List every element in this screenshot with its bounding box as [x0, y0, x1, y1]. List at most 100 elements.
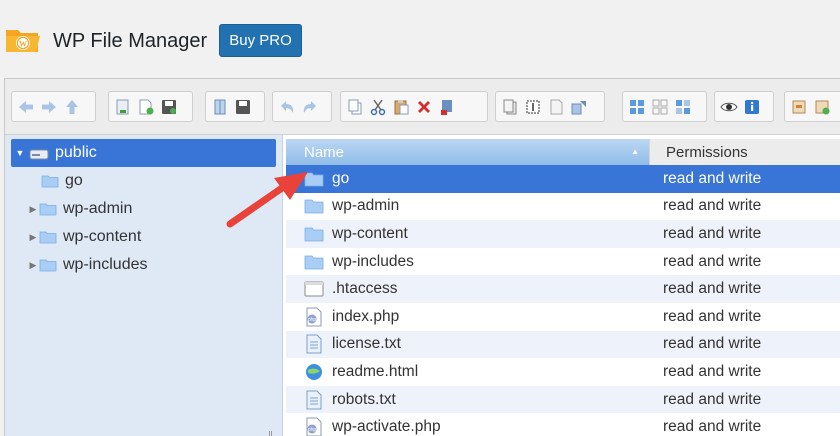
toolbar-nav-group	[11, 91, 96, 122]
delete-icon	[417, 100, 430, 113]
column-header-name[interactable]: Name ▲	[286, 139, 649, 165]
save-icon	[161, 99, 176, 114]
file-name: .htaccess	[332, 280, 398, 298]
info-button[interactable]	[740, 94, 763, 119]
file-name-cell: go	[286, 169, 663, 189]
copy-button[interactable]	[343, 94, 366, 119]
view-grid-button[interactable]	[671, 94, 694, 119]
tree-item-wp-includes[interactable]: ▶ wp-includes	[27, 253, 148, 277]
folder-icon	[304, 196, 324, 216]
download-button[interactable]	[111, 94, 134, 119]
save-disk-icon	[235, 99, 250, 114]
folder-tree: ▼ public go ▶ wp-admin ▶ wp-content ▶ wp-inclu…	[5, 135, 283, 436]
folder-icon	[39, 231, 57, 244]
view-list-button[interactable]	[648, 94, 671, 119]
panel-resize-handle[interactable]	[269, 431, 272, 436]
view-grid-icon	[675, 99, 690, 114]
app-header: W WP File Manager Buy PRO	[0, 0, 840, 78]
folder-icon	[304, 224, 324, 244]
cut-icon	[370, 99, 385, 115]
sort-ascending-icon: ▲	[631, 147, 639, 156]
archive-icon	[792, 100, 805, 113]
file-row-readme-html[interactable]: readme.html read and write	[286, 358, 840, 386]
toolbar	[5, 79, 840, 135]
svg-text:W: W	[19, 40, 27, 49]
folder-icon	[304, 252, 324, 272]
extract-button[interactable]	[567, 94, 590, 119]
tree-item-wp-admin[interactable]: ▶ wp-admin	[27, 197, 133, 221]
duplicate-button[interactable]	[498, 94, 521, 119]
save-disk-button[interactable]	[231, 94, 254, 119]
forward-button[interactable]	[37, 94, 60, 119]
file-name: go	[332, 169, 350, 187]
redo-button[interactable]	[298, 94, 321, 119]
file-name: wp-activate.php	[332, 418, 441, 436]
rename-icon	[550, 99, 562, 114]
file-row-wp-includes[interactable]: wp-includes read and write	[286, 248, 840, 276]
file-row-license-txt[interactable]: license.txt read and write	[286, 330, 840, 359]
select-button[interactable]	[521, 94, 544, 119]
tree-root-public[interactable]: ▼ public	[11, 139, 276, 167]
column-header-permissions[interactable]: Permissions	[649, 139, 840, 165]
svg-text:php: php	[308, 427, 317, 433]
empty-button[interactable]	[435, 94, 458, 119]
file-permissions: read and write	[663, 307, 762, 325]
file-permissions: read and write	[663, 280, 762, 298]
up-icon	[65, 99, 78, 114]
file-name: robots.txt	[332, 390, 396, 408]
html-file-icon	[304, 362, 324, 382]
file-row-go[interactable]: go read and write	[286, 165, 840, 193]
file-row-robots-txt[interactable]: robots.txt read and write	[286, 385, 840, 414]
empty-icon	[440, 99, 452, 115]
undo-button[interactable]	[275, 94, 298, 119]
delete-button[interactable]	[412, 94, 435, 119]
tree-item-go[interactable]: go	[41, 169, 83, 193]
file-row-wp-activate-php[interactable]: php wp-activate.php read and write	[286, 413, 840, 436]
folder-icon	[41, 175, 59, 188]
file-list: Name ▲ Permissions go read and write wp-ad…	[286, 135, 840, 436]
collapsed-arrow-icon: ▶	[29, 231, 37, 242]
tree-item-label: wp-includes	[63, 256, 148, 273]
preview-button[interactable]	[717, 94, 740, 119]
tree-item-label: wp-content	[63, 228, 142, 245]
redo-icon	[303, 100, 316, 113]
page-title: WP File Manager	[53, 30, 208, 52]
file-row-index-php[interactable]: php index.php read and write	[286, 303, 840, 331]
cut-button[interactable]	[366, 94, 389, 119]
buy-pro-button[interactable]: Buy PRO	[219, 24, 302, 57]
undo-icon	[280, 100, 293, 113]
toolbar-history-group	[272, 91, 332, 122]
file-row-wp-admin[interactable]: wp-admin read and write	[286, 193, 840, 221]
file-name-cell: license.txt	[286, 334, 663, 354]
back-button[interactable]	[14, 94, 37, 119]
text-file-icon	[304, 390, 324, 410]
paste-button[interactable]	[389, 94, 412, 119]
file-permissions: read and write	[663, 335, 762, 353]
php-file-icon: php	[304, 417, 324, 436]
archive-button[interactable]	[787, 94, 810, 119]
file-row-wp-content[interactable]: wp-content read and write	[286, 220, 840, 248]
info-icon	[744, 99, 759, 114]
toolbar-view-group	[622, 91, 707, 122]
extract-archive-button[interactable]	[810, 94, 833, 119]
file-permissions: read and write	[663, 197, 762, 215]
rename-button[interactable]	[544, 94, 567, 119]
new-file-button[interactable]	[134, 94, 157, 119]
download-icon	[116, 99, 128, 114]
file-name: wp-content	[332, 224, 408, 242]
tree-item-wp-content[interactable]: ▶ wp-content	[27, 225, 142, 249]
file-name: wp-includes	[332, 252, 414, 270]
file-row-htaccess[interactable]: .htaccess read and write	[286, 275, 840, 303]
file-name-cell: readme.html	[286, 362, 663, 382]
up-button[interactable]	[60, 94, 83, 119]
file-name-cell: php index.php	[286, 307, 663, 327]
file-name-cell: php wp-activate.php	[286, 417, 663, 436]
file-name-cell: .htaccess	[286, 279, 663, 299]
file-name: readme.html	[332, 362, 419, 380]
file-permissions: read and write	[663, 362, 762, 380]
folder-icon	[39, 259, 57, 272]
extract-archive-icon	[815, 100, 829, 114]
open-button[interactable]	[208, 94, 231, 119]
save-button[interactable]	[157, 94, 180, 119]
view-icons-button[interactable]	[625, 94, 648, 119]
